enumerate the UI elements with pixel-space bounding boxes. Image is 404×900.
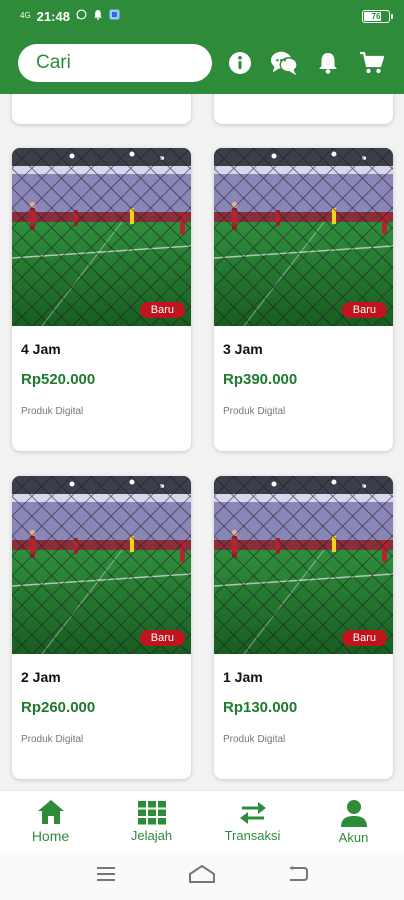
battery-level: 76: [371, 11, 381, 21]
home-button-icon[interactable]: [188, 864, 216, 889]
account-icon: [340, 799, 367, 827]
product-type: Produk Digital: [223, 734, 286, 745]
product-card[interactable]: Baru 2 Jam Rp260.000 Produk Digital: [12, 476, 191, 779]
new-badge: Baru: [139, 302, 185, 318]
nav-transaksi[interactable]: Transaksi: [202, 791, 303, 852]
product-type: Produk Digital: [223, 406, 286, 417]
battery-indicator: 76: [362, 9, 393, 23]
new-badge: Baru: [139, 630, 185, 646]
system-navigation: [0, 852, 404, 900]
nav-label: Transaksi: [224, 827, 281, 843]
product-card[interactable]: Baru 1 Jam Rp130.000 Produk Digital: [214, 476, 393, 779]
product-card-partial[interactable]: [214, 94, 393, 124]
info-icon[interactable]: [226, 49, 254, 77]
product-card-partial[interactable]: [12, 94, 191, 124]
bottom-navigation: Home Jelajah Transaksi Akun: [0, 790, 404, 852]
product-card[interactable]: Baru 3 Jam Rp390.000 Produk Digital: [214, 148, 393, 451]
product-title: 2 Jam: [21, 669, 61, 685]
whatsapp-icon: [76, 9, 87, 23]
nav-akun[interactable]: Akun: [303, 791, 404, 852]
product-image: Baru: [214, 148, 393, 326]
product-title: 3 Jam: [223, 341, 263, 357]
status-bar: 4G 21:48 76: [0, 0, 404, 32]
nav-label: Akun: [338, 829, 369, 845]
product-price: Rp520.000: [21, 371, 96, 388]
cart-icon[interactable]: [358, 49, 386, 77]
nav-jelajah[interactable]: Jelajah: [101, 791, 202, 852]
nav-label: Jelajah: [130, 827, 173, 843]
app-notification-icon: [109, 9, 120, 23]
home-icon: [37, 800, 64, 824]
product-image: Baru: [12, 148, 191, 326]
network-indicator: 4G: [20, 11, 31, 20]
swap-arrows-icon: [239, 801, 266, 824]
product-type: Produk Digital: [21, 734, 84, 745]
nav-label: Home: [31, 828, 70, 844]
notification-bell-icon: [93, 9, 103, 23]
product-title: 1 Jam: [223, 669, 263, 685]
product-card[interactable]: Baru 4 Jam Rp520.000 Produk Digital: [12, 148, 191, 451]
new-badge: Baru: [341, 630, 387, 646]
product-price: Rp260.000: [21, 699, 96, 716]
back-icon[interactable]: [287, 865, 309, 888]
app-header: [0, 32, 404, 94]
recent-apps-icon[interactable]: [95, 866, 117, 887]
grid-icon: [137, 800, 166, 824]
product-price: Rp390.000: [223, 371, 298, 388]
product-grid[interactable]: Baru 4 Jam Rp520.000 Produk Digital Baru…: [0, 94, 404, 790]
chat-icon[interactable]: [270, 49, 298, 77]
nav-home[interactable]: Home: [0, 791, 101, 852]
search-input[interactable]: [36, 52, 196, 74]
search-bar[interactable]: [18, 44, 212, 82]
product-title: 4 Jam: [21, 341, 61, 357]
bell-icon[interactable]: [314, 49, 342, 77]
product-image: Baru: [214, 476, 393, 654]
new-badge: Baru: [341, 302, 387, 318]
clock: 21:48: [36, 8, 70, 24]
product-type: Produk Digital: [21, 406, 84, 417]
product-image: Baru: [12, 476, 191, 654]
product-price: Rp130.000: [223, 699, 298, 716]
